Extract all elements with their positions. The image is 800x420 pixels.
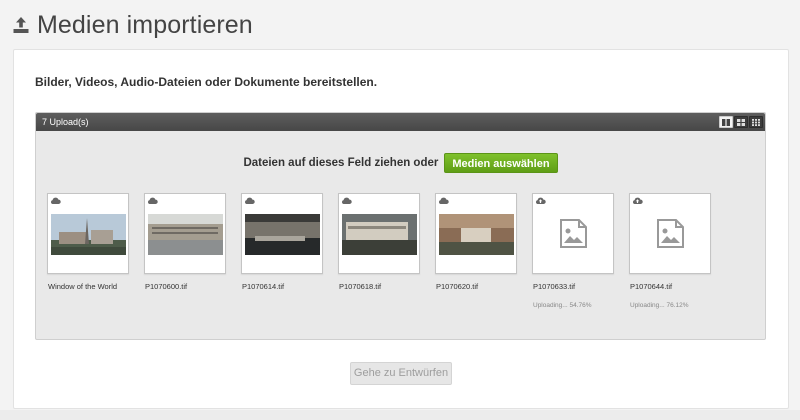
upload-dropzone[interactable]: 7 Upload(s) Dateien auf dieses Feld zieh… [35,112,766,340]
tile-frame [532,193,614,274]
cloud-icon [438,197,449,204]
list-view-icon[interactable] [719,116,733,128]
file-name: Window of the World [48,282,118,291]
photo-thumbnail [342,214,417,255]
tile-frame [241,193,323,274]
cloud-icon [147,197,158,204]
photo-thumbnail [148,214,223,255]
drop-prompt: Dateien auf dieses Feld ziehen oder Medi… [36,153,765,173]
file-name: P1070618.tif [339,282,382,291]
tile-frame [629,193,711,274]
upload-count: 7 Upload(s) [42,117,89,127]
select-media-button[interactable]: Medien auswählen [444,153,558,173]
file-name: P1070600.tif [145,282,188,291]
tile-frame [338,193,420,274]
page-header: Medien importieren [12,8,253,42]
file-name: P1070620.tif [436,282,479,291]
go-to-drafts-button[interactable]: Gehe zu Entwürfen [350,362,452,385]
image-placeholder-icon [560,219,587,248]
small-grid-view-icon[interactable] [749,116,763,128]
upload-list: Window of the World P1070600.tif P107061… [47,193,767,333]
tile-frame [47,193,129,274]
cloud-upload-icon [535,197,546,204]
panel-toolbar: 7 Upload(s) [36,113,765,131]
view-mode-switcher [719,116,763,128]
photo-thumbnail [439,214,514,255]
cloud-icon [341,197,352,204]
image-placeholder-icon [657,219,684,248]
page-title: Medien importieren [37,10,253,39]
file-name: P1070644.tif [630,282,673,291]
cloud-icon [244,197,255,204]
intro-text: Bilder, Videos, Audio-Dateien oder Dokum… [35,75,378,89]
cloud-upload-icon [632,197,643,204]
tile-frame [144,193,226,274]
grid-view-icon[interactable] [734,116,748,128]
upload-icon [12,16,30,34]
tile-frame [435,193,517,274]
file-name: P1070614.tif [242,282,285,291]
import-card: Bilder, Videos, Audio-Dateien oder Dokum… [13,49,789,409]
drop-text: Dateien auf dieses Feld ziehen oder [243,157,439,169]
photo-thumbnail [51,214,126,255]
cloud-icon [50,197,61,204]
photo-thumbnail [245,214,320,255]
file-name: P1070633.tif [533,282,576,291]
upload-status: Uploading... 76.12% [630,302,689,309]
page-footer-strip [0,410,800,420]
upload-status: Uploading... 54.76% [533,302,592,309]
